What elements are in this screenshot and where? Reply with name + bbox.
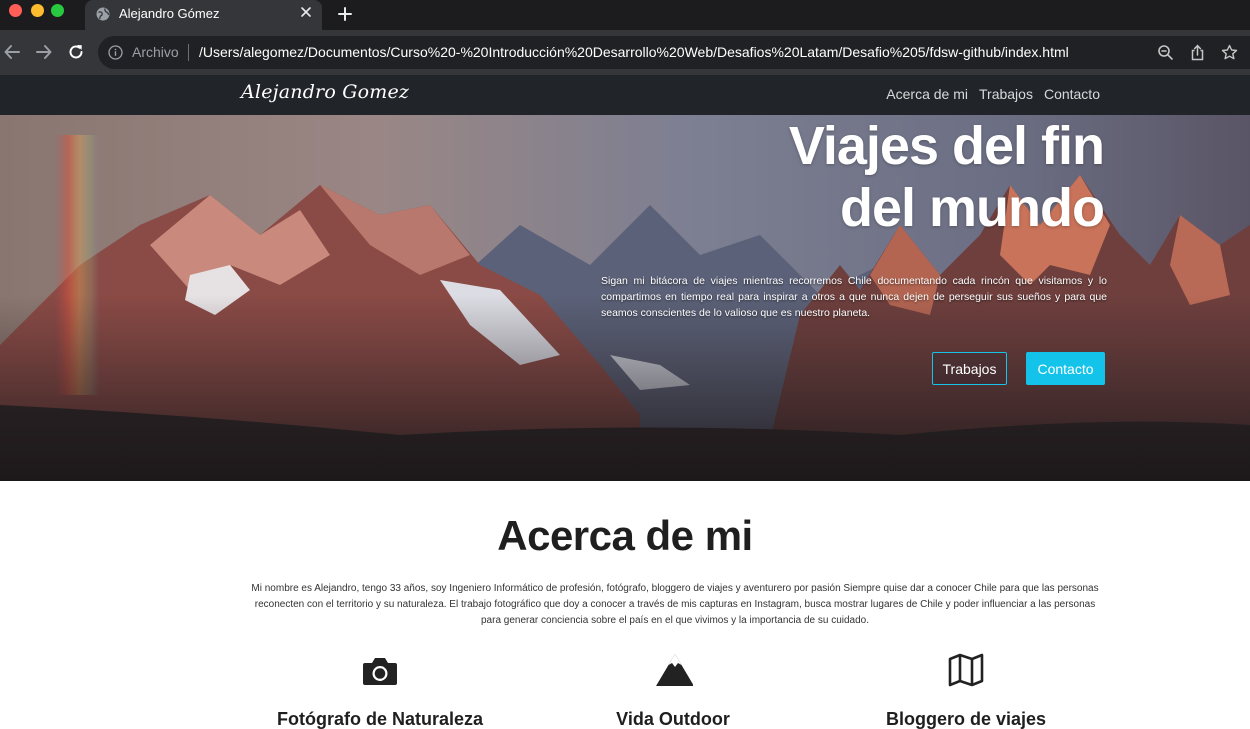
feature-label: Vida Outdoor xyxy=(616,709,730,729)
nav-links: Acerca de mi Trabajos Contacto xyxy=(886,86,1100,102)
contacto-button[interactable]: Contacto xyxy=(1026,352,1105,385)
about-description: Mi nombre es Alejandro, tengo 33 años, s… xyxy=(251,583,1099,626)
close-window-button[interactable] xyxy=(9,4,22,17)
address-separator xyxy=(188,44,189,61)
hero-title: Viajes del fin del mundo xyxy=(584,115,1105,239)
zoom-icon[interactable] xyxy=(1157,44,1174,61)
nav-link-contacto[interactable]: Contacto xyxy=(1044,86,1100,102)
address-bar[interactable]: Archivo /Users/alegomez/Documentos/Curso… xyxy=(98,36,1250,69)
feature-photographer: Fotógrafo de Naturaleza xyxy=(230,653,530,729)
reload-icon[interactable] xyxy=(66,42,86,62)
hero-description: Sigan mi bitácora de viajes mientras rec… xyxy=(601,275,1107,319)
plus-icon[interactable] xyxy=(336,5,354,23)
hero-title-line-2: del mundo xyxy=(840,178,1105,238)
brand-logo[interactable]: Alejandro Gomez xyxy=(241,81,409,103)
forward-arrow-icon[interactable] xyxy=(34,42,54,62)
close-icon[interactable] xyxy=(300,6,312,18)
star-icon[interactable] xyxy=(1221,44,1238,61)
nav-link-acerca[interactable]: Acerca de mi xyxy=(886,86,968,102)
feature-label: Fotógrafo de Naturaleza xyxy=(276,709,484,729)
site-navbar: Alejandro Gomez Acerca de mi Trabajos Co… xyxy=(0,75,1250,115)
nav-link-trabajos[interactable]: Trabajos xyxy=(979,86,1033,102)
feature-outdoor: Vida Outdoor xyxy=(523,653,823,729)
browser-tab-strip: Alejandro Gómez xyxy=(0,0,1250,30)
browser-tab[interactable]: Alejandro Gómez xyxy=(85,0,322,30)
feature-blogger: Bloggero de viajes xyxy=(816,653,1116,729)
about-title: Acerca de mi xyxy=(497,512,753,559)
hero-title-line-1: Viajes del fin xyxy=(788,116,1105,176)
back-arrow-icon[interactable] xyxy=(2,42,22,62)
hero-section: Viajes del fin del mundo Sigan mi bitáco… xyxy=(0,115,1250,481)
url-text[interactable]: /Users/alegomez/Documentos/Curso%20-%20I… xyxy=(199,44,1069,60)
globe-icon xyxy=(96,7,110,21)
trabajos-button[interactable]: Trabajos xyxy=(932,352,1007,385)
feature-label: Bloggero de viajes xyxy=(885,709,1047,729)
map-icon xyxy=(948,653,984,687)
minimize-window-button[interactable] xyxy=(31,4,44,17)
info-icon[interactable] xyxy=(108,45,123,60)
mountain-icon xyxy=(656,654,693,686)
camera-icon xyxy=(363,658,397,685)
share-icon[interactable] xyxy=(1189,44,1206,61)
browser-toolbar: Archivo /Users/alegomez/Documentos/Curso… xyxy=(0,30,1250,75)
maximize-window-button[interactable] xyxy=(51,4,64,17)
origin-label: Archivo xyxy=(132,44,179,60)
tab-title: Alejandro Gómez xyxy=(119,6,220,21)
